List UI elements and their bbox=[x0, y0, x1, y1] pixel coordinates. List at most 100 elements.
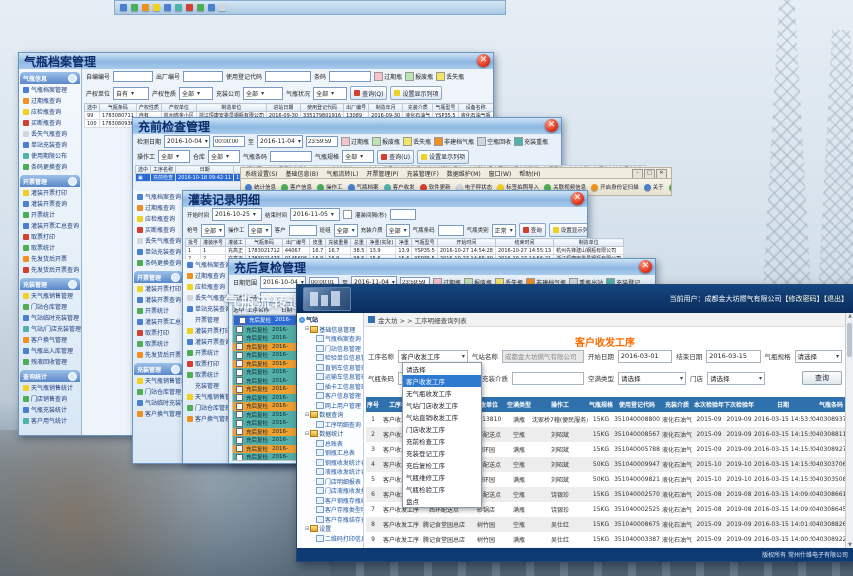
window-titlebar[interactable]: 灌装记录明细 ✕ bbox=[183, 191, 587, 207]
empty-full-select[interactable]: 请选择 bbox=[618, 372, 686, 385]
table-row[interactable]: 11充高正17830217124406716.716.738.513.913.9… bbox=[186, 247, 624, 255]
window-titlebar[interactable]: 气瓶档案管理 ✕ bbox=[19, 53, 493, 69]
sidebar-item[interactable]: 天气瓶销售管理 bbox=[19, 290, 81, 301]
row-checkbox[interactable] bbox=[236, 343, 243, 350]
sidebar-item[interactable]: 取票打印 bbox=[183, 358, 229, 369]
sidebar-item[interactable]: 应检瓶查询 bbox=[133, 213, 184, 224]
sidebar-item[interactable]: 过期瓶查询 bbox=[183, 270, 229, 281]
column-header[interactable]: 本次检验年月 bbox=[694, 397, 724, 412]
set-columns-button[interactable]: 设置显示列项 bbox=[390, 86, 442, 100]
column-header[interactable]: 序号 bbox=[366, 397, 380, 412]
tree-node[interactable]: 设置 bbox=[297, 524, 363, 534]
column-header[interactable]: 设备名称 bbox=[458, 104, 493, 112]
column-header[interactable]: 选中 bbox=[136, 166, 151, 174]
start-time-select[interactable]: 2016-10-25 bbox=[212, 208, 262, 221]
sidebar-item[interactable]: 单站充装查询 bbox=[19, 139, 81, 150]
row-checkbox[interactable] bbox=[236, 377, 243, 384]
close-icon[interactable]: ✕ bbox=[639, 260, 652, 273]
medium-select[interactable]: 全部 bbox=[386, 224, 410, 237]
interval-checkbox[interactable] bbox=[343, 210, 352, 219]
query-button[interactable]: 查询 bbox=[802, 371, 842, 385]
column-header[interactable]: 产权性质 bbox=[136, 104, 161, 112]
dropdown-option[interactable]: 盘点 bbox=[403, 495, 481, 507]
dropdown-option[interactable]: 气站门店收发工序 bbox=[403, 399, 481, 411]
tree-node[interactable]: 钢瓶收发统计表 bbox=[297, 458, 363, 468]
sidebar-item[interactable]: 气瓶档案管理 bbox=[19, 84, 81, 95]
column-header[interactable]: 日期 bbox=[176, 166, 234, 174]
legend-item[interactable]: 非建档气瓶 bbox=[434, 137, 474, 146]
sidebar-item[interactable]: 开票管理 bbox=[183, 314, 229, 325]
sidebar-item[interactable]: 先发货后开票 bbox=[133, 349, 184, 360]
column-header[interactable]: 使用登记代码 bbox=[614, 397, 660, 412]
barcode-input[interactable] bbox=[270, 151, 312, 162]
sidebar-item[interactable]: 气瓶充装统计 bbox=[19, 404, 81, 415]
column-header[interactable]: 制造单位 bbox=[196, 104, 266, 112]
column-header[interactable]: 开始时间 bbox=[437, 239, 495, 247]
row-checkbox[interactable] bbox=[236, 403, 243, 410]
column-header[interactable]: 气瓶规格 bbox=[588, 397, 614, 412]
dropdown-option[interactable]: 客户收发工序 bbox=[403, 375, 481, 387]
tree-node[interactable]: 运输车信息管理 bbox=[297, 372, 363, 382]
sidebar-section-header[interactable]: 气瓶信息 bbox=[20, 72, 80, 84]
query-button[interactable]: 查询(Q) bbox=[350, 86, 387, 100]
toolbar-icon[interactable] bbox=[186, 4, 193, 11]
window-titlebar[interactable]: 充后复检管理 ✕ bbox=[229, 259, 655, 275]
collapse-icon[interactable] bbox=[171, 365, 180, 374]
sidebar-item[interactable]: 灌装开票查询 bbox=[19, 198, 81, 209]
sidebar-item[interactable]: 气瓶档案查询 bbox=[133, 191, 184, 202]
customer-input[interactable] bbox=[289, 225, 317, 236]
sidebar-item[interactable]: 天气瓶销售管理 bbox=[183, 391, 229, 402]
change-password-link[interactable]: 【修改密码】 bbox=[782, 295, 824, 303]
column-header[interactable]: 工序名称 bbox=[151, 166, 176, 174]
tree-node[interactable]: 数据统计 bbox=[297, 429, 363, 439]
cylinder-state-select[interactable]: 全部 bbox=[313, 87, 347, 100]
sidebar-item[interactable]: 灌装开票打印 bbox=[133, 283, 184, 294]
sidebar-item[interactable]: 取票统计 bbox=[133, 338, 184, 349]
sidebar-section-header[interactable]: 开票管理 bbox=[20, 175, 80, 187]
toolbar-button[interactable]: 关于 bbox=[644, 183, 664, 191]
menu-item[interactable]: 帮助(H) bbox=[519, 169, 540, 178]
sidebar-item[interactable]: 灌装开票汇总查询 bbox=[19, 220, 81, 231]
sidebar-item[interactable]: 气瓶出入库管理 bbox=[19, 345, 81, 356]
toolbar-icon[interactable] bbox=[120, 4, 127, 11]
menu-item[interactable]: 系统设置(S) bbox=[245, 169, 278, 178]
close-icon[interactable]: ✕ bbox=[571, 192, 584, 205]
sidebar-item[interactable]: 灌装开票查询 bbox=[133, 294, 184, 305]
interval-input[interactable] bbox=[390, 209, 416, 220]
legend-item[interactable]: 过期瓶 bbox=[374, 72, 402, 81]
column-header[interactable]: 充装介质 bbox=[660, 397, 694, 412]
menu-item[interactable]: 气瓶流转(L) bbox=[326, 169, 358, 178]
sidebar-item[interactable]: 灌装开票查询 bbox=[183, 336, 229, 347]
sidebar-item[interactable]: 开票统计 bbox=[19, 209, 81, 220]
sidebar-item[interactable]: 气站/门店充装管理 bbox=[19, 323, 81, 334]
medium-input[interactable] bbox=[512, 372, 584, 385]
column-header[interactable]: 皮重 bbox=[310, 239, 326, 247]
row-checkbox[interactable] bbox=[236, 428, 243, 435]
tree-node[interactable]: 客户钢瓶存瓶统计表 bbox=[297, 496, 363, 506]
time-from-input[interactable] bbox=[213, 136, 245, 147]
toolbar-button[interactable]: 开启身份证扫描 bbox=[591, 183, 639, 191]
sidebar-section-header[interactable]: 开票管理 bbox=[134, 271, 183, 283]
row-checkbox[interactable] bbox=[236, 454, 243, 461]
collapse-icon[interactable] bbox=[171, 273, 180, 282]
window-titlebar[interactable]: 充前检查管理 ✕ bbox=[133, 118, 561, 134]
sidebar-item[interactable]: 客户换气管理 bbox=[19, 334, 81, 345]
sidebar-item[interactable]: 丢失气瓶查询 bbox=[19, 128, 81, 139]
column-header[interactable]: 出厂编号 bbox=[344, 104, 369, 112]
tree-node[interactable]: 基础信息管理 bbox=[297, 325, 363, 335]
column-header[interactable]: 使用登记代码 bbox=[300, 104, 343, 112]
maximize-icon[interactable]: □ bbox=[644, 169, 655, 179]
sidebar-item[interactable]: 门店销售查询 bbox=[19, 393, 81, 404]
toolbar-icon[interactable] bbox=[197, 4, 204, 11]
end-time-select[interactable]: 2016-11-05 bbox=[290, 208, 340, 221]
sidebar-item[interactable]: 气站临时充装管理 bbox=[19, 312, 81, 323]
row-checkbox[interactable] bbox=[236, 386, 243, 393]
column-header[interactable]: 日期 bbox=[754, 397, 812, 412]
dropdown-option[interactable]: 充后复检工序 bbox=[403, 459, 481, 471]
tree-node[interactable]: 客户存瓶类型明细表 bbox=[297, 505, 363, 515]
tree-node[interactable]: 网上用户管理 bbox=[297, 401, 363, 411]
date-from-select[interactable]: 2016-10-04 bbox=[164, 135, 210, 148]
time-to-input[interactable] bbox=[306, 136, 338, 147]
dropdown-option[interactable]: 请选择 bbox=[403, 363, 481, 375]
sidebar-item[interactable]: 气站临时充装管理 bbox=[133, 397, 184, 408]
